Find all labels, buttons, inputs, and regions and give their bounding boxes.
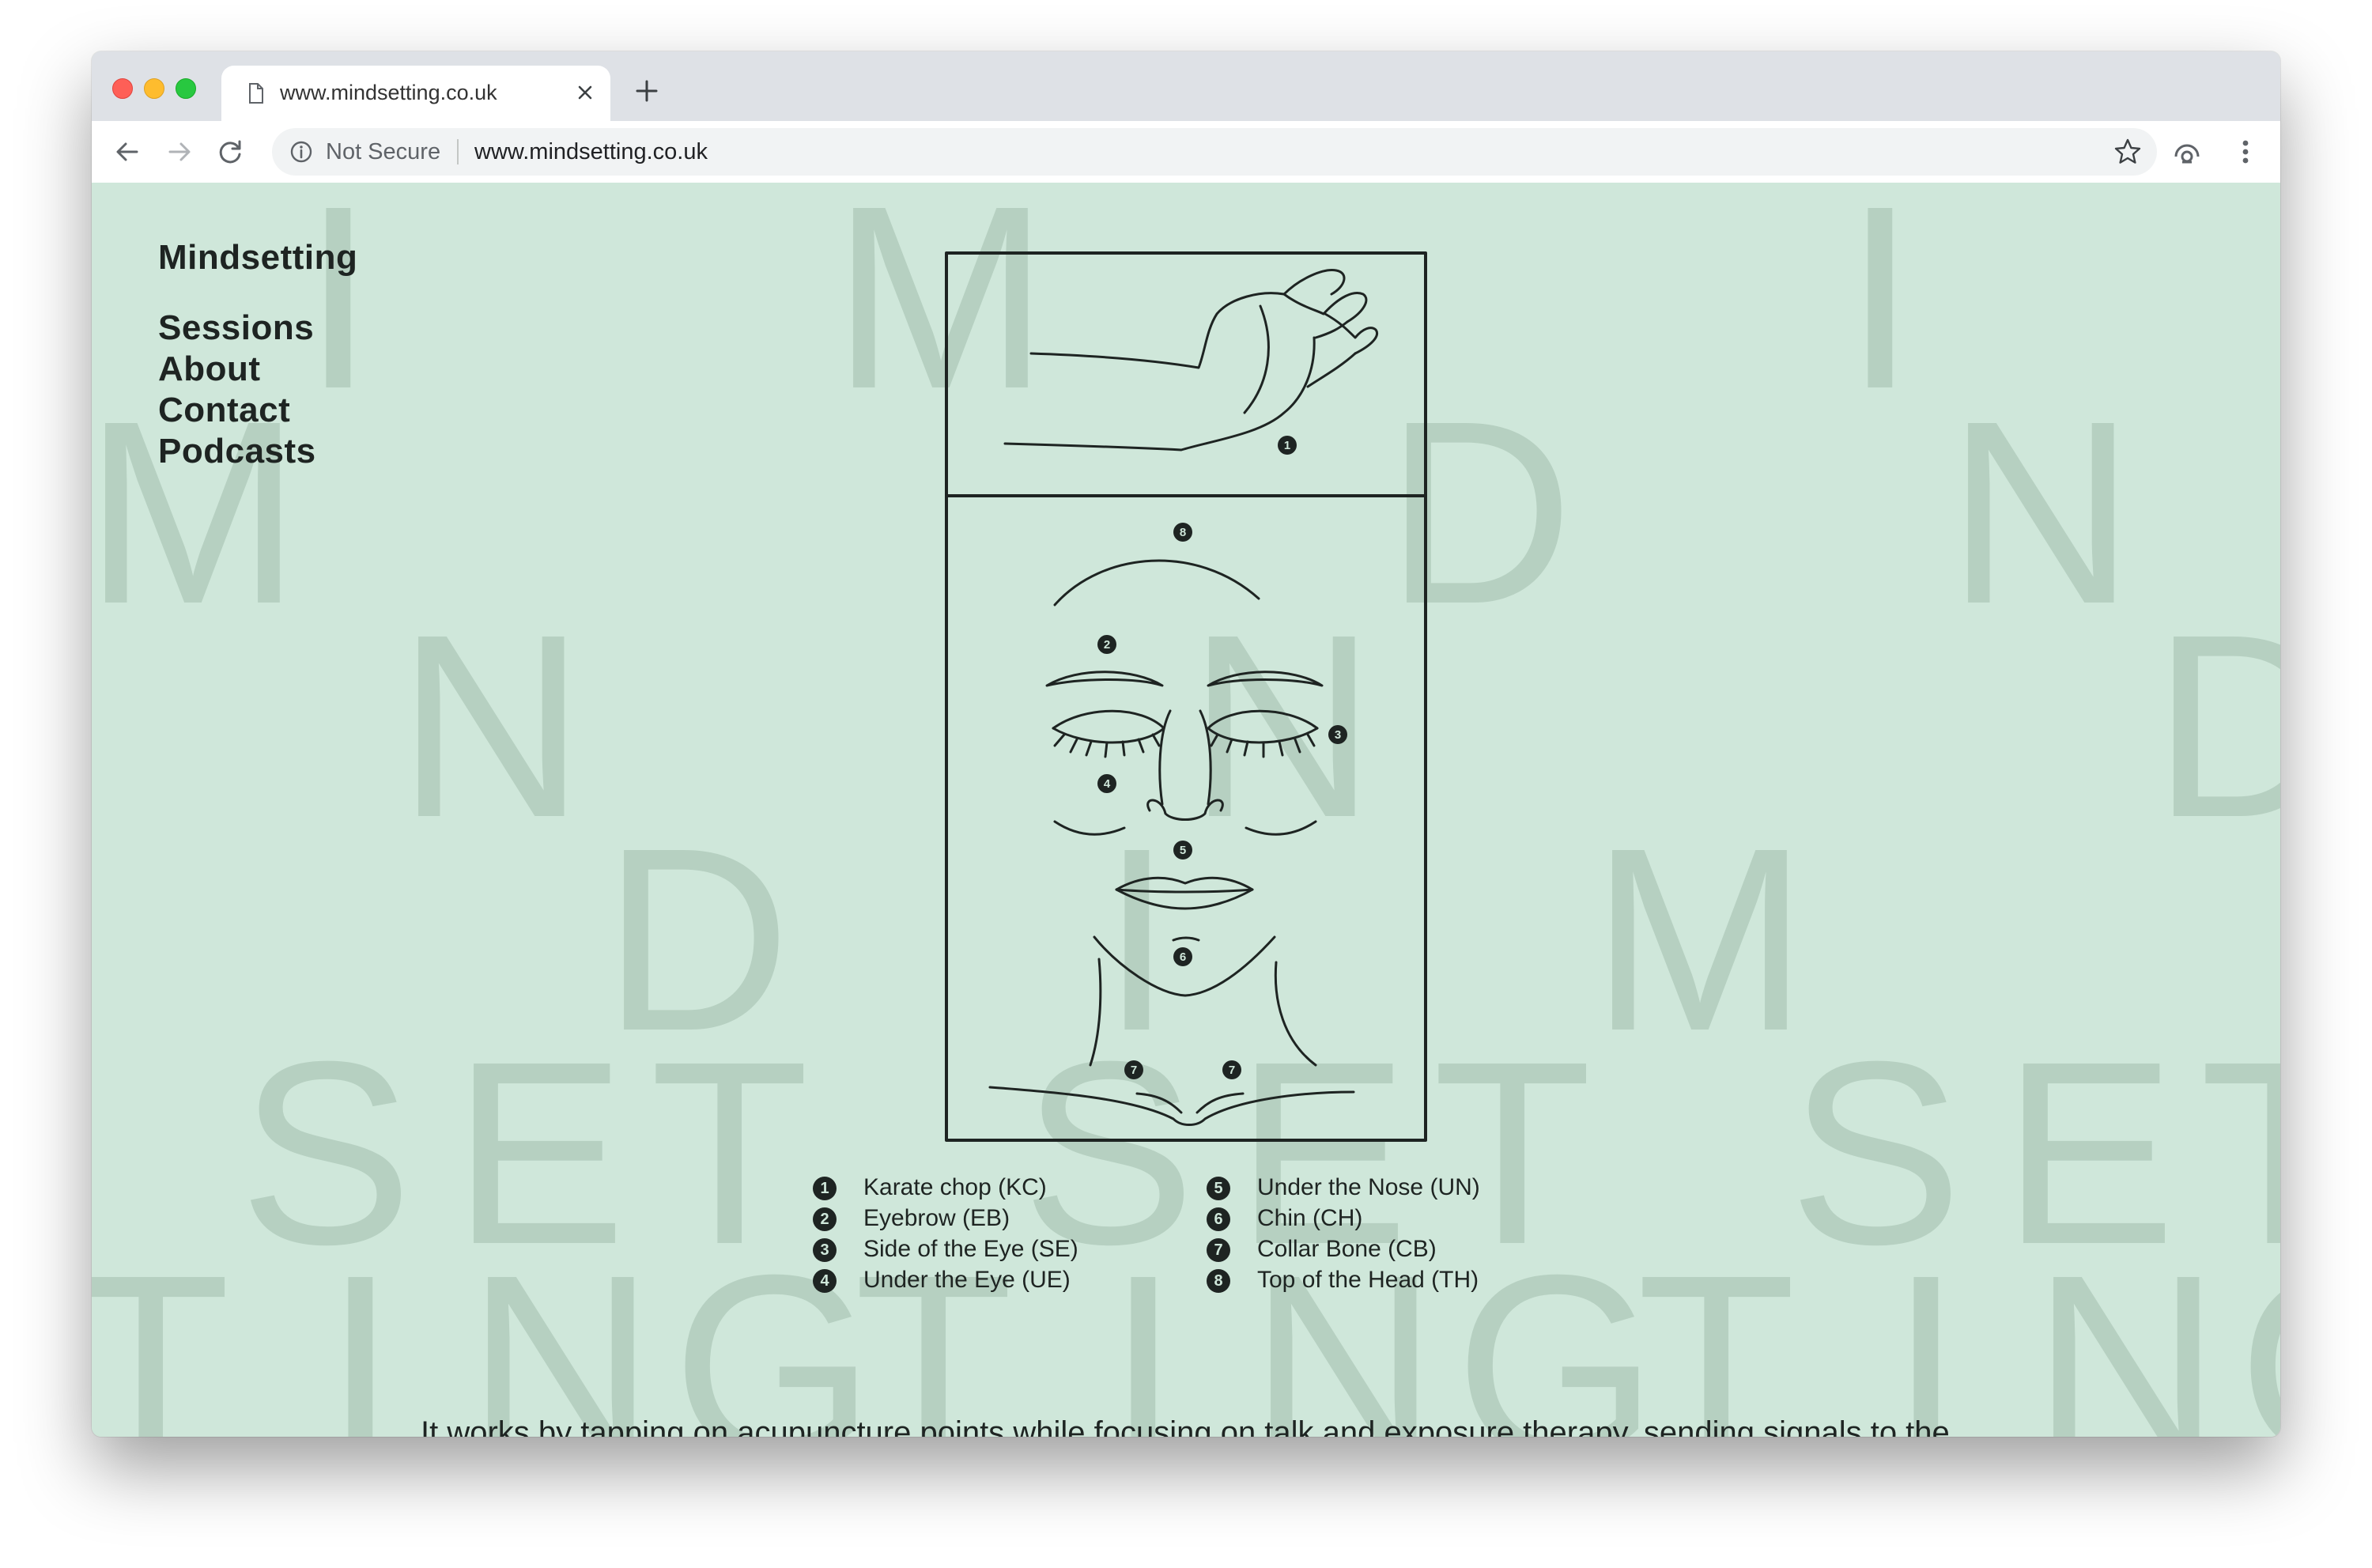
address-bar[interactable]: Not Secure www.mindsetting.co.uk (272, 128, 2157, 176)
point-marker-eyebrow: 2 (1097, 635, 1116, 654)
menu-dots-icon[interactable] (2230, 136, 2261, 168)
site-navigation: Mindsetting Sessions About Contact Podca… (158, 238, 357, 472)
svg-text:8: 8 (1180, 526, 1186, 539)
background-letter: N (2032, 1220, 2221, 1438)
legend-number-badge: 6 (1207, 1207, 1230, 1231)
url-text[interactable]: www.mindsetting.co.uk (474, 139, 708, 165)
page-viewport: I M I M D N N N D D I M S E T S E T S E … (92, 183, 2280, 1437)
nav-item-sessions: Sessions (158, 308, 357, 349)
nav-item-about: About (158, 349, 357, 390)
illustration-frame (945, 251, 1427, 1142)
background-letter: I (1844, 183, 1917, 443)
point-marker-under-eye: 4 (1097, 774, 1116, 793)
info-icon[interactable] (289, 140, 313, 164)
svg-text:4: 4 (1104, 777, 1111, 791)
nav-item-contact: Contact (158, 390, 357, 431)
tab-strip: www.mindsetting.co.uk (92, 51, 2280, 121)
point-marker-under-nose: 5 (1173, 841, 1192, 860)
point-marker-top-of-head: 8 (1173, 523, 1192, 542)
legend-label: Collar Bone (CB) (1257, 1236, 1437, 1262)
back-arrow-icon[interactable] (111, 135, 144, 168)
nav-item-podcasts: Podcasts (158, 431, 357, 472)
tapping-points-illustration: 1 8 2 3 4 5 6 7 7 (945, 251, 1427, 1142)
background-letter: N (466, 1220, 655, 1438)
legend-number-badge: 2 (813, 1207, 837, 1231)
nav-link-sessions[interactable]: Sessions (158, 308, 357, 349)
legend-number-badge: 7 (1207, 1238, 1230, 1262)
face-drawing (988, 559, 1355, 1126)
background-letter: G (2238, 1236, 2280, 1438)
plus-icon[interactable] (633, 77, 661, 105)
hand-drawing (1003, 269, 1378, 452)
omnibox-divider (457, 139, 459, 164)
legend-label: Top of the Head (TH) (1257, 1267, 1479, 1293)
forward-arrow-icon[interactable] (163, 135, 196, 168)
background-letter: I (1890, 1220, 1962, 1438)
maximize-window-button[interactable] (176, 78, 196, 99)
nav-link-podcasts[interactable]: Podcasts (158, 431, 357, 472)
legend-label: Karate chop (KC) (863, 1174, 1047, 1200)
legend-label: Under the Eye (UE) (863, 1267, 1071, 1293)
point-marker-collar-bone-left: 7 (1124, 1060, 1143, 1079)
browser-toolbar: Not Secure www.mindsetting.co.uk (92, 121, 2280, 184)
close-window-button[interactable] (112, 78, 133, 99)
body-paragraph: It works by tapping on acupuncture point… (421, 1415, 1950, 1437)
legend-label: Chin (CH) (1257, 1205, 1363, 1231)
nav-menu: Sessions About Contact Podcasts (158, 308, 357, 472)
close-icon[interactable] (571, 78, 599, 107)
svg-text:6: 6 (1180, 950, 1186, 964)
background-letter: T (92, 1220, 231, 1438)
background-letter: I (324, 1220, 397, 1438)
svg-text:1: 1 (1284, 439, 1290, 452)
svg-text:7: 7 (1229, 1064, 1235, 1077)
star-icon[interactable] (2113, 137, 2143, 167)
background-letter: T (1637, 1220, 1796, 1438)
background-letter: N (397, 580, 586, 871)
nav-link-about[interactable]: About (158, 349, 357, 390)
legend-number-badge: 8 (1207, 1269, 1230, 1293)
security-status[interactable]: Not Secure (326, 139, 440, 165)
tab-title: www.mindsetting.co.uk (280, 81, 497, 104)
legend-label: Side of the Eye (SE) (863, 1236, 1078, 1262)
site-logo-link[interactable]: Mindsetting (158, 238, 357, 278)
legend-number-badge: 3 (813, 1238, 837, 1262)
background-letter: D (2152, 580, 2280, 871)
point-marker-karate-chop: 1 (1278, 436, 1297, 455)
legend-label: Eyebrow (EB) (863, 1205, 1010, 1231)
tapping-points-legend: 1 Karate chop (KC) 2 Eyebrow (EB) 3 Side… (813, 1174, 1540, 1301)
svg-text:3: 3 (1335, 728, 1341, 742)
document-icon (249, 83, 263, 104)
reload-icon[interactable] (213, 135, 247, 168)
extension-icon[interactable] (2171, 136, 2203, 168)
point-marker-side-of-eye: 3 (1328, 725, 1347, 744)
legend-number-badge: 4 (813, 1269, 837, 1293)
minimize-window-button[interactable] (144, 78, 164, 99)
background-letter: N (1947, 366, 2136, 658)
background-letter: M (1591, 793, 1808, 1085)
svg-text:7: 7 (1131, 1064, 1137, 1077)
legend-number-badge: 1 (813, 1177, 837, 1200)
legend-label: Under the Nose (UN) (1257, 1174, 1480, 1200)
browser-tab[interactable]: www.mindsetting.co.uk (221, 66, 610, 121)
point-marker-chin: 6 (1173, 947, 1192, 966)
svg-text:5: 5 (1180, 844, 1186, 857)
legend-number-badge: 5 (1207, 1177, 1230, 1200)
point-marker-collar-bone-right: 7 (1222, 1060, 1241, 1079)
browser-window: www.mindsetting.co.uk Not Secure www.min… (92, 51, 2280, 1437)
nav-link-contact[interactable]: Contact (158, 390, 357, 431)
svg-text:2: 2 (1104, 638, 1110, 652)
